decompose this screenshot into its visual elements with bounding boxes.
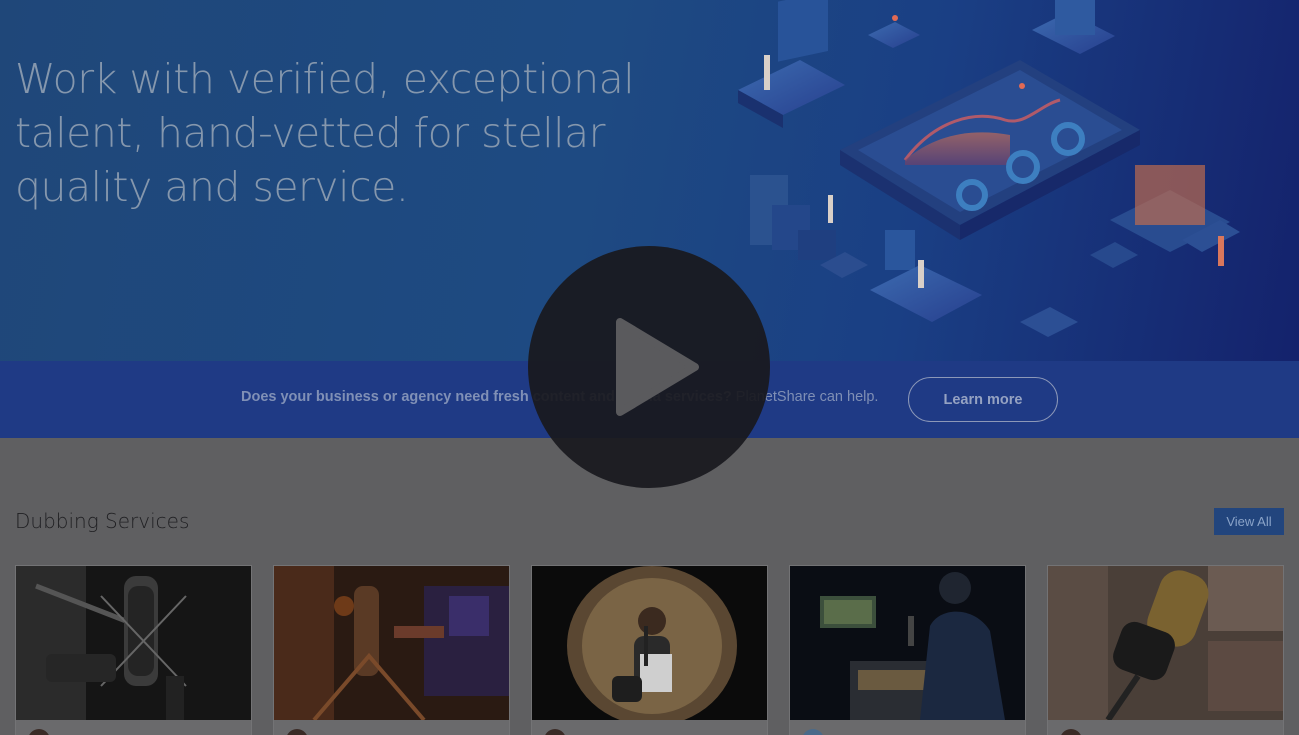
section-title: Dubbing Services [15, 509, 190, 533]
play-icon [616, 318, 699, 416]
microphone-stand-image [274, 566, 509, 720]
service-card[interactable] [15, 565, 252, 735]
avatar [802, 729, 824, 735]
recording-artist-image [532, 566, 767, 720]
video-play-button[interactable] [528, 246, 770, 488]
learn-more-button[interactable]: Learn more [908, 377, 1058, 422]
gold-microphone-image [1048, 566, 1283, 720]
mixing-console-image [790, 566, 1025, 720]
isometric-dashboard-illustration [738, 0, 1240, 337]
avatar [286, 729, 308, 735]
service-card[interactable] [531, 565, 768, 735]
avatar [544, 729, 566, 735]
view-all-button[interactable]: View All [1214, 508, 1284, 535]
service-card[interactable] [1047, 565, 1284, 735]
hero-title: Work with verified, exceptional talent, … [15, 55, 635, 211]
avatar [1060, 729, 1082, 735]
service-card[interactable] [789, 565, 1026, 735]
service-card[interactable] [273, 565, 510, 735]
studio-microphone-image [16, 566, 251, 720]
avatar [28, 729, 50, 735]
